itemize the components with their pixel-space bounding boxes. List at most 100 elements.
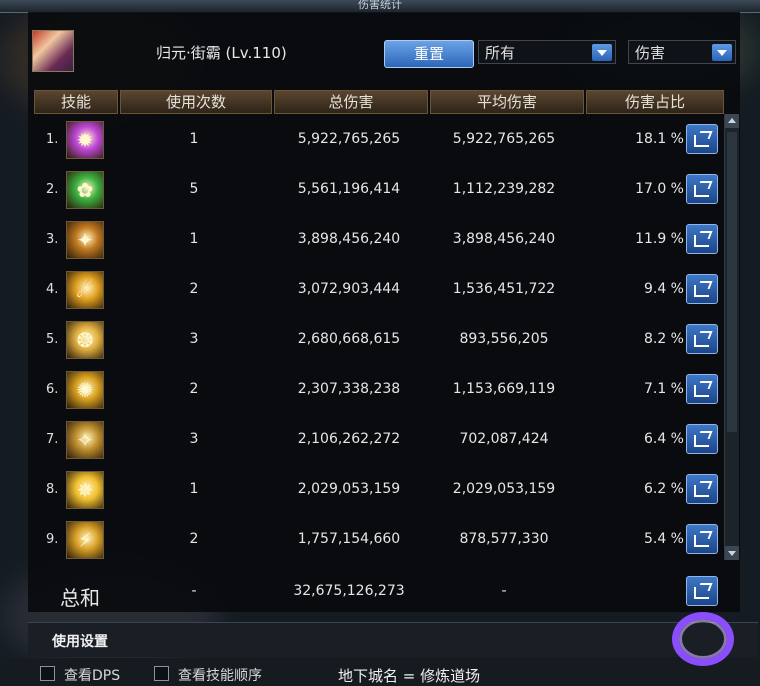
skill-order-checkbox[interactable]: [154, 666, 169, 681]
header-uses[interactable]: 使用次数: [120, 90, 272, 114]
skill-avg-damage: 5,922,765,265: [452, 131, 556, 147]
logo-icon: [668, 610, 744, 670]
chevron-down-icon[interactable]: [592, 44, 612, 61]
scrollbar[interactable]: [724, 114, 739, 560]
skill-uses: 2: [189, 281, 199, 297]
table-row: 6. ✺ 2 2,307,338,238 1,153,669,119 7.1 %: [34, 366, 724, 416]
total-label: 总和: [60, 586, 100, 610]
skill-avg-damage: 702,087,424: [459, 431, 549, 447]
reset-button[interactable]: 重置: [384, 40, 474, 68]
skill-avg-damage: 2,029,053,159: [452, 481, 556, 497]
row-index: 9.: [46, 532, 59, 547]
skill-icon[interactable]: ✺: [66, 371, 104, 409]
total-avg: -: [501, 583, 507, 599]
skill-total-damage: 2,106,262,272: [297, 431, 401, 447]
skill-damage-share: 11.9 %: [635, 231, 684, 247]
player-name: 归元·街霸 (Lv.110): [156, 44, 287, 62]
header-damage-share[interactable]: 伤害占比: [586, 90, 724, 114]
skill-uses: 2: [189, 381, 199, 397]
skill-damage-share: 7.1 %: [643, 381, 684, 397]
header-total-damage[interactable]: 总伤害: [274, 90, 428, 114]
table-row: 7. ✧ 3 2,106,262,272 702,087,424 6.4 %: [34, 416, 724, 466]
share-icon[interactable]: [686, 324, 718, 354]
header-skill[interactable]: 技能: [34, 90, 118, 114]
row-index: 7.: [46, 432, 59, 447]
skill-icon[interactable]: ☄: [66, 271, 104, 309]
table-row: 5. ❂ 3 2,680,668,615 893,556,205 8.2 %: [34, 316, 724, 366]
skill-total-damage: 2,307,338,238: [297, 381, 401, 397]
settings-button[interactable]: 使用设置: [52, 631, 108, 651]
skill-icon[interactable]: ✦: [66, 221, 104, 259]
bottom-bar: 查看DPS 查看技能顺序 地下城名 = 修炼道场: [0, 658, 760, 686]
table-row: 8. ✵ 1 2,029,053,159 2,029,053,159 6.2 %: [34, 466, 724, 516]
skill-total-damage: 1,757,154,660: [297, 531, 401, 547]
scroll-thumb[interactable]: [727, 132, 737, 432]
skill-damage-share: 17.0 %: [635, 181, 684, 197]
share-icon[interactable]: [686, 374, 718, 404]
skill-avg-damage: 893,556,205: [459, 331, 549, 347]
table-header: 技能 使用次数 总伤害 平均伤害 伤害占比: [34, 90, 724, 114]
filter-dropdown[interactable]: 所有: [478, 40, 616, 64]
scroll-up-icon[interactable]: [725, 114, 739, 128]
skill-order-checkbox-label[interactable]: 查看技能顺序: [178, 665, 262, 685]
skill-uses: 3: [189, 331, 199, 347]
dps-checkbox[interactable]: [40, 666, 55, 681]
table-row: 2. ✿ 5 5,561,196,414 1,112,239,282 17.0 %: [34, 166, 724, 216]
share-icon[interactable]: [686, 124, 718, 154]
window-title: 伤害统计: [358, 0, 402, 11]
row-index: 6.: [46, 382, 59, 397]
skill-total-damage: 3,898,456,240: [297, 231, 401, 247]
skill-total-damage: 5,561,196,414: [297, 181, 401, 197]
skill-total-damage: 2,029,053,159: [297, 481, 401, 497]
settings-bar: 使用设置: [28, 622, 758, 657]
row-index: 5.: [46, 332, 59, 347]
skill-avg-damage: 3,898,456,240: [452, 231, 556, 247]
skill-icon[interactable]: ❂: [66, 321, 104, 359]
skill-icon[interactable]: ✵: [66, 471, 104, 509]
skill-avg-damage: 1,536,451,722: [452, 281, 556, 297]
dps-checkbox-label[interactable]: 查看DPS: [64, 665, 120, 685]
skill-uses: 3: [189, 431, 199, 447]
skill-avg-damage: 878,577,330: [459, 531, 549, 547]
skill-damage-share: 18.1 %: [635, 131, 684, 147]
metric-dropdown-value: 伤害: [635, 44, 666, 62]
metric-dropdown[interactable]: 伤害: [628, 40, 736, 64]
total-uses: -: [191, 583, 197, 599]
header-avg-damage[interactable]: 平均伤害: [430, 90, 584, 114]
scroll-down-icon[interactable]: [725, 546, 739, 560]
skill-avg-damage: 1,153,669,119: [452, 381, 556, 397]
skill-avg-damage: 1,112,239,282: [452, 181, 556, 197]
row-index: 1.: [46, 132, 59, 147]
table-row: 1. ✹ 1 5,922,765,265 5,922,765,265 18.1 %: [34, 116, 724, 166]
share-icon[interactable]: [686, 424, 718, 454]
player-avatar: [32, 30, 74, 72]
skill-icon[interactable]: ✿: [66, 171, 104, 209]
skill-damage-share: 9.4 %: [643, 281, 684, 297]
skill-total-damage: 2,680,668,615: [297, 331, 401, 347]
share-icon[interactable]: [686, 524, 718, 554]
skill-damage-share: 6.4 %: [643, 431, 684, 447]
row-index: 4.: [46, 282, 59, 297]
skill-damage-share: 8.2 %: [643, 331, 684, 347]
skill-damage-share: 5.4 %: [643, 531, 684, 547]
share-icon[interactable]: [686, 576, 718, 606]
table-row: 9. ⚡ 2 1,757,154,660 878,577,330 5.4 %: [34, 516, 724, 566]
skill-icon[interactable]: ⚡: [66, 521, 104, 559]
skill-uses: 5: [189, 181, 199, 197]
share-icon[interactable]: [686, 274, 718, 304]
share-icon[interactable]: [686, 174, 718, 204]
skill-uses: 1: [189, 131, 199, 147]
chevron-down-icon[interactable]: [712, 44, 732, 61]
logo-ring: [672, 612, 734, 666]
skill-uses: 1: [189, 481, 199, 497]
share-icon[interactable]: [686, 224, 718, 254]
dungeon-name: 地下城名 = 修炼道场: [338, 667, 481, 685]
skill-uses: 1: [189, 231, 199, 247]
filter-dropdown-value: 所有: [485, 44, 516, 62]
skill-icon[interactable]: ✧: [66, 421, 104, 459]
skill-icon[interactable]: ✹: [66, 121, 104, 159]
share-icon[interactable]: [686, 474, 718, 504]
row-index: 2.: [46, 182, 59, 197]
skill-total-damage: 5,922,765,265: [297, 131, 401, 147]
row-index: 8.: [46, 482, 59, 497]
